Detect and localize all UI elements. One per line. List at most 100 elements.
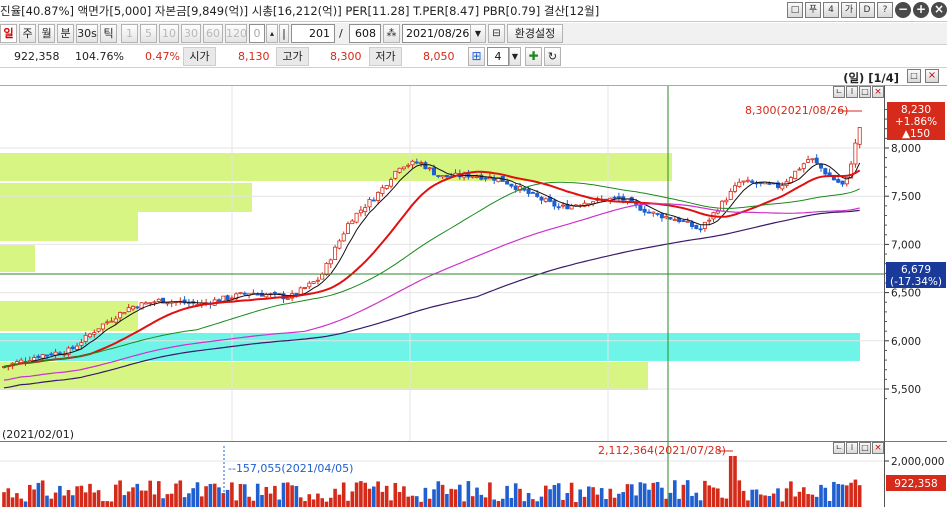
vol-panel-restore-icon[interactable]: □ — [859, 442, 871, 454]
period-day-button[interactable]: 일 — [0, 24, 17, 43]
panel-close-icon[interactable]: × — [925, 69, 939, 83]
price-panel-controls: ㄴ l □ × — [833, 86, 884, 98]
volume-bar — [720, 497, 724, 507]
interval-5-button[interactable]: 5 — [140, 24, 157, 43]
font-size-button[interactable]: 가 — [841, 2, 857, 18]
vol-panel-width-icon[interactable]: l — [846, 442, 858, 454]
candle-body — [530, 191, 535, 194]
calendar-toggle-icon[interactable]: ⁂ — [383, 24, 400, 43]
restore-window-icon[interactable]: □ — [787, 2, 803, 18]
period-minute-button[interactable]: 분 — [57, 24, 74, 43]
panel-width-icon[interactable]: l — [846, 86, 858, 98]
candle-body — [40, 354, 45, 359]
add-indicator-icon[interactable]: ✚ — [525, 47, 542, 66]
help-icon[interactable]: ? — [877, 2, 893, 18]
candle-body — [229, 297, 234, 300]
candle-body — [690, 221, 695, 227]
volume-chart[interactable]: --157,055(2021/04/05) 2,112,364(2021/07/… — [0, 441, 884, 507]
candle-body — [100, 323, 105, 330]
panel-restore-icon[interactable]: □ — [859, 86, 871, 98]
minimize-icon[interactable]: − — [895, 2, 911, 18]
range-slider-icon[interactable]: | — [279, 24, 289, 43]
volume-axis-canvas: 2,000,000 922,358 — [885, 456, 946, 491]
date-dropdown-icon[interactable]: ▼ — [470, 24, 486, 43]
volume-bar — [221, 493, 226, 507]
interval-1-button[interactable]: 1 — [121, 24, 138, 43]
volume-bar — [741, 490, 746, 507]
volume-bar — [690, 495, 694, 507]
data-button[interactable]: D — [859, 2, 875, 18]
volume-bar — [604, 498, 608, 507]
custom-interval-input[interactable]: 0 — [249, 24, 265, 43]
interval-120-button[interactable]: 120 — [225, 24, 247, 43]
volume-bar — [698, 500, 703, 507]
current-change-value: +1.86% — [895, 116, 937, 128]
candle-body — [767, 182, 772, 185]
candle-body — [526, 189, 531, 194]
count-button[interactable]: 4 — [823, 2, 839, 18]
volume-bar — [101, 501, 105, 507]
candle-body — [92, 332, 97, 335]
vol-panel-height-icon[interactable]: ㄴ — [833, 442, 845, 454]
candle-body — [358, 209, 363, 214]
interval-30-button[interactable]: 30 — [181, 24, 201, 43]
panel-maximize-icon[interactable]: □ — [907, 69, 921, 83]
volume-bar — [273, 485, 277, 507]
period-30s-button[interactable]: 30s — [76, 24, 98, 43]
spin-icon[interactable]: ▴ — [266, 24, 278, 43]
volume-bar — [225, 489, 230, 507]
candle-body — [853, 142, 858, 165]
period-week-button[interactable]: 주 — [19, 24, 36, 43]
grid-count-select[interactable]: 4 — [487, 47, 509, 66]
grid-dropdown-icon[interactable]: ▼ — [509, 47, 521, 66]
interval-60-button[interactable]: 60 — [203, 24, 223, 43]
candle-body — [388, 179, 393, 187]
close-icon[interactable]: × — [931, 2, 947, 18]
candle-body — [57, 352, 62, 355]
volume-bar — [333, 488, 337, 507]
candle-body — [436, 175, 441, 177]
window-buttons: □ 푸 4 가 D ? − + × — [787, 2, 947, 18]
vol-panel-close-icon[interactable]: × — [872, 442, 884, 454]
volume-bar — [174, 483, 178, 507]
volume-axis[interactable]: 2,000,000 922,358 — [884, 441, 947, 507]
price-chart[interactable]: 8,300(2021/08/26) (2021/02/01) ㄴ l □ × — [0, 85, 884, 442]
candle-body — [118, 312, 123, 319]
volume-bar — [415, 496, 419, 507]
period-month-button[interactable]: 월 — [38, 24, 55, 43]
volume-bar — [625, 484, 630, 507]
volume-bar — [582, 496, 587, 507]
volume-bar — [746, 500, 750, 507]
chart-header: (일) [1/4] □ × — [0, 69, 947, 85]
volume-bar — [316, 493, 320, 507]
refresh-icon[interactable]: ↻ — [544, 47, 561, 66]
count-input[interactable]: 201 — [291, 24, 335, 43]
candle-body — [88, 333, 93, 338]
volume-bar — [243, 484, 247, 507]
period-tick-button[interactable]: 틱 — [100, 24, 117, 43]
pin-icon[interactable]: 푸 — [805, 2, 821, 18]
volume-bar — [449, 488, 453, 507]
volume-bar — [501, 498, 505, 507]
price-tick-label: 6,500 — [891, 288, 921, 300]
price-axis[interactable]: 8,000 7,500 7,000 6,500 6,000 5,500 8,230 +1.… — [884, 85, 947, 441]
date-input[interactable]: 2021/08/26 — [402, 24, 474, 43]
settings-button[interactable]: 환경설정 — [507, 24, 563, 43]
save-icon[interactable]: ⊟ — [488, 24, 505, 43]
interval-10-button[interactable]: 10 — [159, 24, 179, 43]
price-chart-canvas: 8,300(2021/08/26) (2021/02/01) — [0, 86, 884, 442]
maximize-icon[interactable]: + — [913, 2, 929, 18]
panel-height-icon[interactable]: ㄴ — [833, 86, 845, 98]
grid-layout-icon[interactable]: ⊞ — [468, 47, 485, 66]
volume-bar — [367, 488, 372, 507]
price-panel-close-icon[interactable]: × — [872, 86, 884, 98]
volume-bar — [10, 497, 15, 507]
volume-bar — [711, 487, 716, 507]
volume-bar — [191, 488, 195, 507]
candle-body — [737, 181, 742, 188]
volume-bar — [135, 483, 140, 507]
volume-bar — [535, 501, 539, 507]
candle-body — [135, 306, 140, 309]
volume-bar — [836, 483, 840, 507]
volume-bar — [793, 496, 797, 507]
